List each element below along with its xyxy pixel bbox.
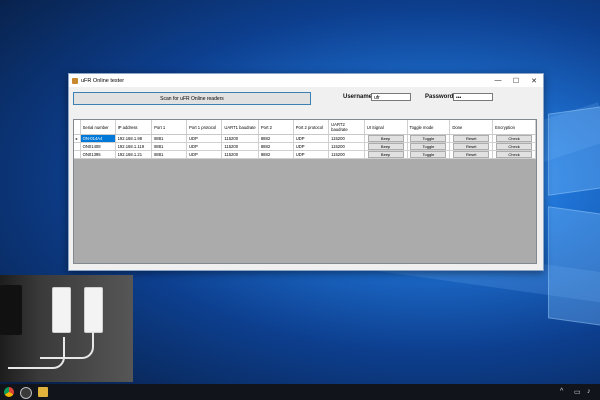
webcam-overlay — [0, 275, 133, 382]
readers-grid[interactable]: Serial number IP address Port 1 Port 1 p… — [73, 119, 537, 264]
chrome-icon[interactable] — [4, 387, 14, 397]
protocol1-cell[interactable]: UDP — [186, 142, 223, 151]
check-button[interactable]: Check — [496, 143, 533, 150]
reader-device — [52, 287, 71, 333]
beep-button[interactable]: Beep — [367, 151, 404, 158]
volume-icon[interactable]: ♪ — [587, 388, 591, 395]
file-explorer-icon[interactable] — [38, 387, 48, 397]
column-header[interactable]: UART1 baudrate — [221, 120, 259, 135]
windows-logo-pane — [548, 106, 600, 196]
header-row: Serial number IP address Port 1 Port 1 p… — [74, 120, 536, 135]
baud2-cell[interactable]: 115200 — [328, 150, 365, 159]
usb-cable — [40, 331, 94, 359]
column-header[interactable]: Serial number — [80, 120, 116, 135]
port1-cell[interactable]: 8881 — [151, 142, 187, 151]
column-header[interactable]: UI Signal — [364, 120, 408, 135]
username-label: Username — [343, 94, 373, 100]
column-header[interactable]: Done — [449, 120, 494, 135]
network-icon[interactable]: ▭ — [574, 388, 581, 396]
serial-cell[interactable]: ON-014A4 — [80, 134, 116, 143]
beep-button[interactable]: Beep — [367, 143, 404, 150]
serial-cell[interactable]: ON01395 — [80, 150, 116, 159]
check-button[interactable]: Check — [496, 151, 533, 158]
reader-device — [84, 287, 103, 333]
table-row[interactable]: ▸ ON-014A4 192.168.1.98 8881 UDP 115200 … — [74, 134, 536, 143]
column-header[interactable]: Port 2 protocol — [293, 120, 330, 135]
protocol1-cell[interactable]: UDP — [186, 134, 223, 143]
protocol1-cell[interactable]: UDP — [186, 150, 223, 159]
reset-button[interactable]: Reset — [453, 135, 490, 142]
ip-cell[interactable]: 192.168.1.21 — [115, 150, 153, 159]
close-button[interactable]: ✕ — [525, 74, 543, 87]
protocol2-cell[interactable]: UDP — [293, 134, 330, 143]
baud1-cell[interactable]: 115200 — [221, 150, 259, 159]
toggle-button[interactable]: Toggle — [410, 143, 447, 150]
password-label: Password — [425, 94, 454, 100]
app-icon — [72, 77, 78, 84]
baud2-cell[interactable]: 115200 — [328, 134, 365, 143]
toggle-button[interactable]: Toggle — [410, 151, 447, 158]
window-title: uFR Online tester — [81, 77, 125, 84]
reset-button[interactable]: Reset — [453, 143, 490, 150]
serial-cell[interactable]: ON01408 — [80, 142, 116, 151]
ip-cell[interactable]: 192.168.1.98 — [115, 134, 153, 143]
beep-button[interactable]: Beep — [367, 135, 404, 142]
port2-cell[interactable]: 8882 — [258, 134, 294, 143]
scan-button[interactable]: Scan for uFR Online readers — [73, 92, 311, 105]
baud1-cell[interactable]: 115200 — [221, 142, 259, 151]
column-header[interactable]: Encryption — [492, 120, 536, 135]
column-header[interactable]: UART2 baudrate — [328, 120, 365, 135]
obs-icon[interactable] — [20, 387, 32, 399]
maximize-button[interactable]: ☐ — [507, 74, 525, 87]
minimize-button[interactable]: — — [489, 74, 507, 87]
port1-cell[interactable]: 8881 — [151, 134, 187, 143]
windows-logo-pane — [548, 206, 600, 326]
power-bank — [0, 285, 22, 335]
column-header[interactable]: Port 2 — [258, 120, 294, 135]
toggle-button[interactable]: Toggle — [410, 135, 447, 142]
column-header[interactable]: Toggle mode — [407, 120, 451, 135]
password-field[interactable]: ••• — [453, 93, 493, 101]
column-header[interactable]: Port 1 — [151, 120, 187, 135]
app-window: uFR Online tester — ☐ ✕ Scan for uFR Onl… — [68, 73, 544, 271]
tray-expand-icon[interactable]: ^ — [560, 388, 563, 395]
protocol2-cell[interactable]: UDP — [293, 142, 330, 151]
column-header[interactable]: Port 1 protocol — [186, 120, 223, 135]
protocol2-cell[interactable]: UDP — [293, 150, 330, 159]
table-row[interactable]: ON01408 192.168.1.119 8881 UDP 115200 88… — [74, 142, 536, 151]
readers-table: Serial number IP address Port 1 Port 1 p… — [74, 120, 536, 159]
port1-cell[interactable]: 8881 — [151, 150, 187, 159]
baud2-cell[interactable]: 115200 — [328, 142, 365, 151]
table-row[interactable]: ON01395 192.168.1.21 8881 UDP 115200 888… — [74, 150, 536, 159]
title-bar[interactable]: uFR Online tester — ☐ ✕ — [69, 74, 543, 87]
port2-cell[interactable]: 8882 — [258, 150, 294, 159]
column-header[interactable]: IP address — [115, 120, 153, 135]
username-field[interactable]: ufr — [371, 93, 411, 101]
reset-button[interactable]: Reset — [453, 151, 490, 158]
port2-cell[interactable]: 8882 — [258, 142, 294, 151]
check-button[interactable]: Check — [496, 135, 533, 142]
controls-bar: Scan for uFR Online readers Username ufr… — [69, 87, 543, 109]
ip-cell[interactable]: 192.168.1.119 — [115, 142, 153, 151]
taskbar: ^ ▭ ♪ — [0, 384, 600, 400]
baud1-cell[interactable]: 115200 — [221, 134, 259, 143]
